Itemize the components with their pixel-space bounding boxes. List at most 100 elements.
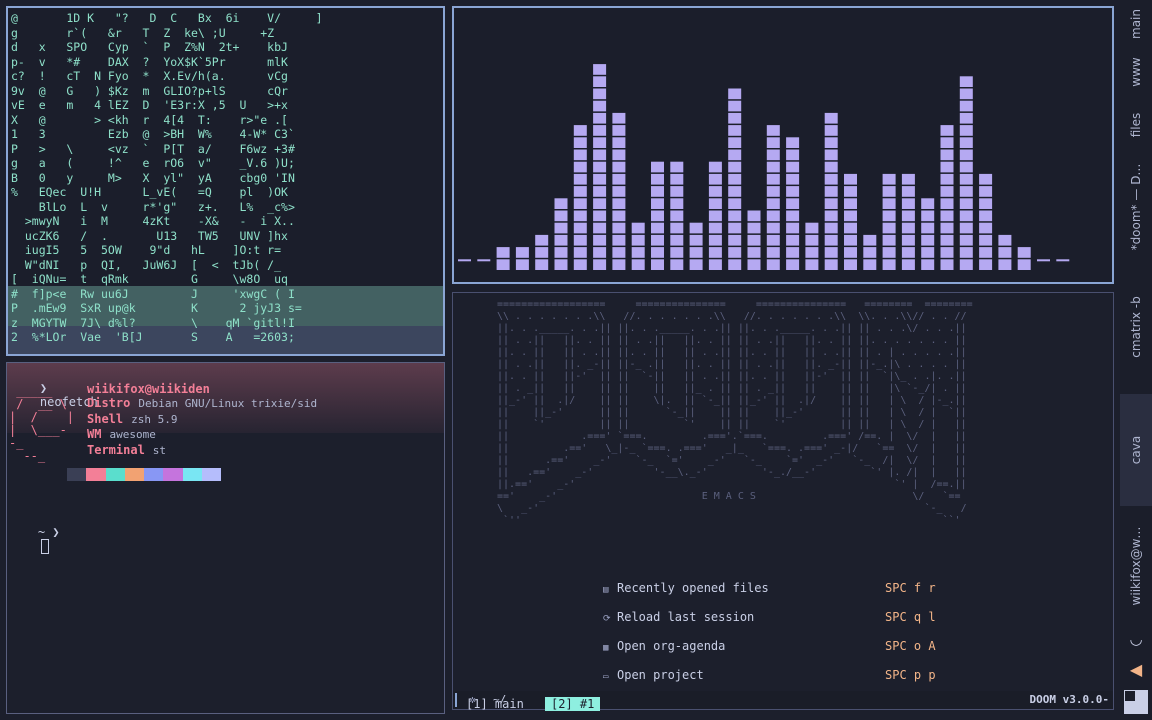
cava-bar-segment [747,210,761,222]
tag-2[interactable]: files [1120,96,1152,154]
cava-bar-segment [651,210,664,222]
tmux-window-active[interactable]: [2] #1 [545,697,601,711]
cava-bar-segment [573,186,587,197]
tag-label: main [1129,9,1143,39]
cmatrix-window[interactable]: @ 1D K "? D C Bx 6i V/ ] g r`( &r T Z ke… [6,6,445,356]
cava-bar-segment [959,234,973,246]
info-row: Distro Debian GNU/Linux trixie/sid [87,396,317,412]
cava-bar-segment [651,173,664,185]
menu-item[interactable]: ▤ Recently opened files SPC f r [603,581,1003,595]
cava-bar-segment [573,259,587,270]
cava-bar-segment [901,173,915,185]
doom-emacs-window[interactable]: ================== =============== =====… [452,292,1114,710]
cava-bar-segment [901,259,915,270]
cava-bar-segment [593,137,607,148]
cava-bar-segment [959,247,973,258]
tag-3[interactable]: *doom* — D… [1120,154,1152,260]
tag-label: files [1129,112,1143,138]
menu-item-keybinding: SPC f r [885,581,936,595]
menu-item[interactable]: ▭ Open project SPC p p [603,668,1003,682]
cava-bar-segment [766,125,780,136]
cava-bar-segment [728,161,742,173]
cava-bar-segment [593,259,607,270]
tag-1[interactable]: www [1120,48,1152,96]
info-value: zsh 5.9 [131,412,178,426]
tag-4[interactable]: cmatrix -b [1120,260,1152,394]
cava-bar-segment [612,112,626,124]
info-row: WM awesome [87,427,317,443]
cava-bar-segment [940,161,954,173]
cava-bar-segment [612,161,626,173]
volume-icon[interactable]: ◀ [1124,660,1148,680]
cava-bar-segment [573,222,587,234]
system-info: Distro Debian GNU/Linux trixie/sid Shell zs… [87,396,317,458]
cava-bar-segment [824,186,838,197]
cava-bar-segment [593,234,607,246]
cava-bar-segment [728,149,742,161]
cava-bar-segment [651,186,664,197]
cava-window[interactable] [452,6,1114,284]
tag-6[interactable]: wiikifox@w… [1120,510,1152,622]
cava-bar-segment [979,234,993,246]
info-key: Shell [87,411,124,426]
wifi-icon[interactable]: ◡ [1124,630,1148,650]
cava-bar-segment [901,198,915,209]
cava-bar-segment [979,186,993,197]
modeline-version: DOOM v3.0.0- [1029,693,1109,706]
cava-bar-segment [824,149,838,161]
terminal-window[interactable]: ❯ neofetch _____ / __ \ | / | | \___- -_… [6,362,445,714]
debian-logo: _____ / __ \ | / | | \___- -_ --_ [9,384,75,463]
cava-bar-segment [959,149,973,161]
cava-bar-segment [612,137,626,148]
cava-bar-segment [631,247,645,258]
cava-bar-segment [786,234,800,246]
cava-bar-segment [593,210,607,222]
cava-bar-segment [959,222,973,234]
cava-bar-segment [766,173,780,185]
cava-bar-segment [786,222,800,234]
cava-bar-segment [670,186,684,197]
audio-visualizer [458,64,1070,270]
awesome-wm-sidebar: main www files *doom* — D… cmatrix -b cava wii… [1120,0,1152,720]
text-cursor [40,539,49,554]
cava-bar-segment [728,222,742,234]
tmux-window-main[interactable]: [1] main [460,697,530,711]
cava-bar-segment [882,186,896,197]
cava-bar-segment [824,234,838,246]
cava-bar-segment [670,173,684,185]
cava-bar-segment [882,198,896,209]
file-icon: ▤ [603,585,609,595]
cava-bar-segment [728,137,742,148]
cava-bar-segment [631,234,645,246]
cava-bar-segment [535,247,549,258]
cava-bar-segment [844,259,857,270]
cava-bar-segment [959,161,973,173]
info-value: st [152,443,167,457]
cava-bar-segment [593,247,607,258]
menu-item[interactable]: ⟳ Reload last session SPC q l [603,610,1003,624]
cava-bar-segment [593,161,607,173]
user-host: wiikifox@wiikiden [87,382,210,396]
cava-bar-segment [786,137,800,148]
cava-bar-segment [766,149,780,161]
cava-bar-segment [612,210,626,222]
cava-bar-segment [844,186,857,197]
layout-icon[interactable] [1124,690,1148,714]
menu-item-keybinding: SPC o A [885,639,936,653]
cava-bar-segment [689,247,703,258]
cava-bar-segment [940,173,954,185]
palette-swatch [67,468,87,481]
cava-bar-segment [766,186,780,197]
tag-5[interactable]: cava [1120,394,1152,506]
cava-bar-segment [612,149,626,161]
cava-bar-segment [959,173,973,185]
menu-item[interactable]: ▦ Open org-agenda SPC o A [603,639,1003,653]
cava-bar-segment [959,137,973,148]
cava-bar-segment [573,234,587,246]
tag-0[interactable]: main [1120,0,1152,48]
cava-bar-segment [921,222,935,234]
cava-bar-segment [728,173,742,185]
cava-bar-segment [593,173,607,185]
cava-bar-segment [959,88,973,100]
cava-bar-segment [766,210,780,222]
